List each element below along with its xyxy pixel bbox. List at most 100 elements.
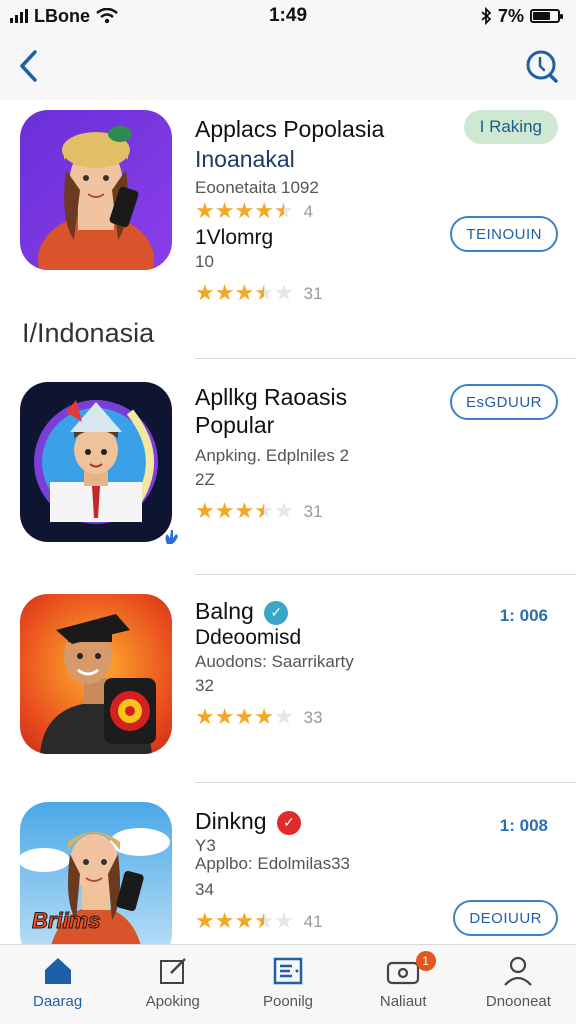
tab-label-apps: Apoking bbox=[145, 993, 200, 1010]
rating-count-1: 4 bbox=[303, 201, 314, 221]
app-title-4[interactable]: Dinkng ✓ bbox=[195, 808, 301, 835]
star-icon: ★ bbox=[273, 280, 294, 305]
star-icon: ★ bbox=[195, 498, 215, 523]
tab-apps[interactable]: Apoking bbox=[115, 945, 230, 1024]
app-title-3-text: Balng bbox=[195, 598, 254, 624]
app-title-2[interactable]: Apllkg Raoasis bbox=[195, 384, 347, 411]
tab-home[interactable]: Daarag bbox=[0, 945, 115, 1024]
divider-1 bbox=[195, 358, 576, 359]
star-icon: ★ bbox=[254, 280, 274, 305]
stars-3: ★★★★★ bbox=[195, 706, 294, 729]
rating-count-2: 31 bbox=[303, 501, 323, 521]
rating-count-3: 33 bbox=[303, 707, 323, 727]
star-icon: ★ bbox=[214, 280, 235, 305]
boy-avatar-icon bbox=[34, 400, 158, 524]
person-icon bbox=[504, 956, 533, 986]
app-subtitle-4: Y3 bbox=[195, 836, 216, 855]
tab-label-list: Poonilg bbox=[262, 993, 314, 1010]
status-right: 7% bbox=[480, 6, 563, 27]
app-icon-2[interactable] bbox=[20, 382, 172, 542]
verified-icon: ✓ bbox=[264, 600, 289, 625]
app-icon-3[interactable] bbox=[20, 594, 172, 754]
app-extra-title-1: 1Vlomrg bbox=[195, 226, 274, 249]
back-button[interactable] bbox=[10, 44, 46, 88]
hand-badge-icon bbox=[165, 530, 178, 544]
get-button-2[interactable]: EsGDUUR bbox=[449, 384, 558, 420]
edit-icon bbox=[159, 958, 186, 984]
section-title: I/Indonasia bbox=[22, 318, 155, 348]
star-icon: ★ bbox=[214, 704, 235, 729]
price-link-4[interactable]: 1: 008 bbox=[500, 816, 548, 836]
star-icon: ★ bbox=[214, 908, 235, 933]
home-icon bbox=[44, 958, 71, 984]
star-rating-4: ★★★★★ 41 bbox=[195, 910, 323, 933]
wifi-icon bbox=[96, 8, 118, 24]
bluetooth-icon bbox=[481, 7, 492, 25]
get-button-4[interactable]: DEOIUUR bbox=[453, 900, 558, 936]
stars-1b: ★★★★★ bbox=[195, 282, 294, 305]
star-icon: ★ bbox=[234, 498, 255, 523]
get-button-1[interactable]: TEINOUIN bbox=[450, 216, 558, 252]
tab-bar: Daarag Apoking Poonilg 1 Naliaut Dnoonea… bbox=[0, 944, 576, 1024]
star-icon: ★ bbox=[234, 198, 255, 223]
star-icon: ★ bbox=[214, 498, 235, 523]
status-left: LBone bbox=[10, 6, 118, 27]
tab-label-home: Daarag bbox=[33, 993, 83, 1010]
app-subtitle-3: Ddeoomisd bbox=[195, 626, 302, 649]
stars-4: ★★★★★ bbox=[195, 910, 294, 933]
divider-2 bbox=[195, 574, 576, 575]
rating-count-4: 41 bbox=[303, 911, 323, 931]
app-title-1[interactable]: Applacs Popolasia bbox=[195, 116, 384, 143]
star-rating-3: ★★★★★ 33 bbox=[195, 706, 323, 729]
tab-label-profile: Dnooneat bbox=[485, 993, 551, 1010]
nav-bar bbox=[0, 32, 576, 100]
tab-profile[interactable]: Dnooneat bbox=[461, 945, 576, 1024]
price-link-3[interactable]: 1: 006 bbox=[500, 606, 548, 626]
star-rating-1b: ★★★★★ 31 bbox=[195, 282, 323, 305]
app-meta-1: Eoonetaita 1092 bbox=[195, 178, 319, 197]
verified-red-icon: ✓ bbox=[277, 810, 301, 835]
star-icon: ★ bbox=[273, 908, 294, 933]
tab-list[interactable]: Poonilg bbox=[230, 945, 345, 1024]
app-meta-3: Auodons: Saarrikarty bbox=[195, 652, 354, 671]
app-row-3[interactable]: Balng ✓ Ddeoomisd Auodons: Saarrikarty 3… bbox=[0, 580, 576, 780]
carrier-name: LBone bbox=[34, 5, 90, 26]
app-title-4-text: Dinkng bbox=[195, 808, 267, 834]
app-meta-2b: 2Z bbox=[195, 470, 215, 489]
app-row-1[interactable]: Applacs Popolasia Inoanakal Eoonetaita 1… bbox=[0, 100, 576, 330]
rating-count-1b: 31 bbox=[303, 283, 323, 303]
star-icon: ★ bbox=[273, 198, 294, 223]
star-icon: ★ bbox=[234, 908, 255, 933]
app-title-3[interactable]: Balng ✓ bbox=[195, 598, 289, 625]
app-meta-2: Anpking. Edplniles 2 bbox=[195, 446, 350, 465]
ranking-badge[interactable]: I Raking bbox=[463, 110, 558, 144]
search-icon bbox=[526, 50, 558, 83]
star-icon: ★ bbox=[234, 280, 255, 305]
app-icon-1[interactable] bbox=[20, 110, 172, 270]
app-extra-meta-1: 10 bbox=[195, 252, 214, 271]
star-icon: ★ bbox=[254, 908, 274, 933]
divider-3 bbox=[195, 782, 576, 783]
app-row-2[interactable]: Apllkg Raoasis Popular Anpking. Edplnile… bbox=[0, 370, 576, 570]
star-icon: ★ bbox=[273, 704, 294, 729]
app-subtitle-2: Popular bbox=[195, 412, 275, 438]
star-icon: ★ bbox=[234, 704, 255, 729]
star-icon: ★ bbox=[195, 704, 215, 729]
tab-notifications[interactable]: 1 Naliaut bbox=[346, 945, 461, 1024]
tab-label-notifications: Naliaut bbox=[379, 993, 427, 1010]
star-icon: ★ bbox=[195, 280, 215, 305]
signal-icon bbox=[10, 9, 28, 23]
star-icon: ★ bbox=[273, 498, 294, 523]
star-icon: ★ bbox=[254, 704, 274, 729]
battery-icon bbox=[530, 9, 563, 23]
app-row-4[interactable]: Briims Dinkng ✓ Y3 Applbo: Edolmilas33 3… bbox=[0, 790, 576, 944]
search-button[interactable] bbox=[522, 46, 562, 86]
app-meta-3b: 32 bbox=[195, 676, 214, 695]
list-icon bbox=[273, 957, 303, 985]
stars-1: ★★★★★ bbox=[195, 200, 294, 223]
star-icon: ★ bbox=[254, 498, 274, 523]
star-rating-1: ★★★★★ 4 bbox=[195, 200, 313, 223]
graduate-avatar-icon bbox=[40, 614, 156, 754]
chevron-left-icon bbox=[20, 50, 37, 82]
star-icon: ★ bbox=[254, 198, 274, 223]
